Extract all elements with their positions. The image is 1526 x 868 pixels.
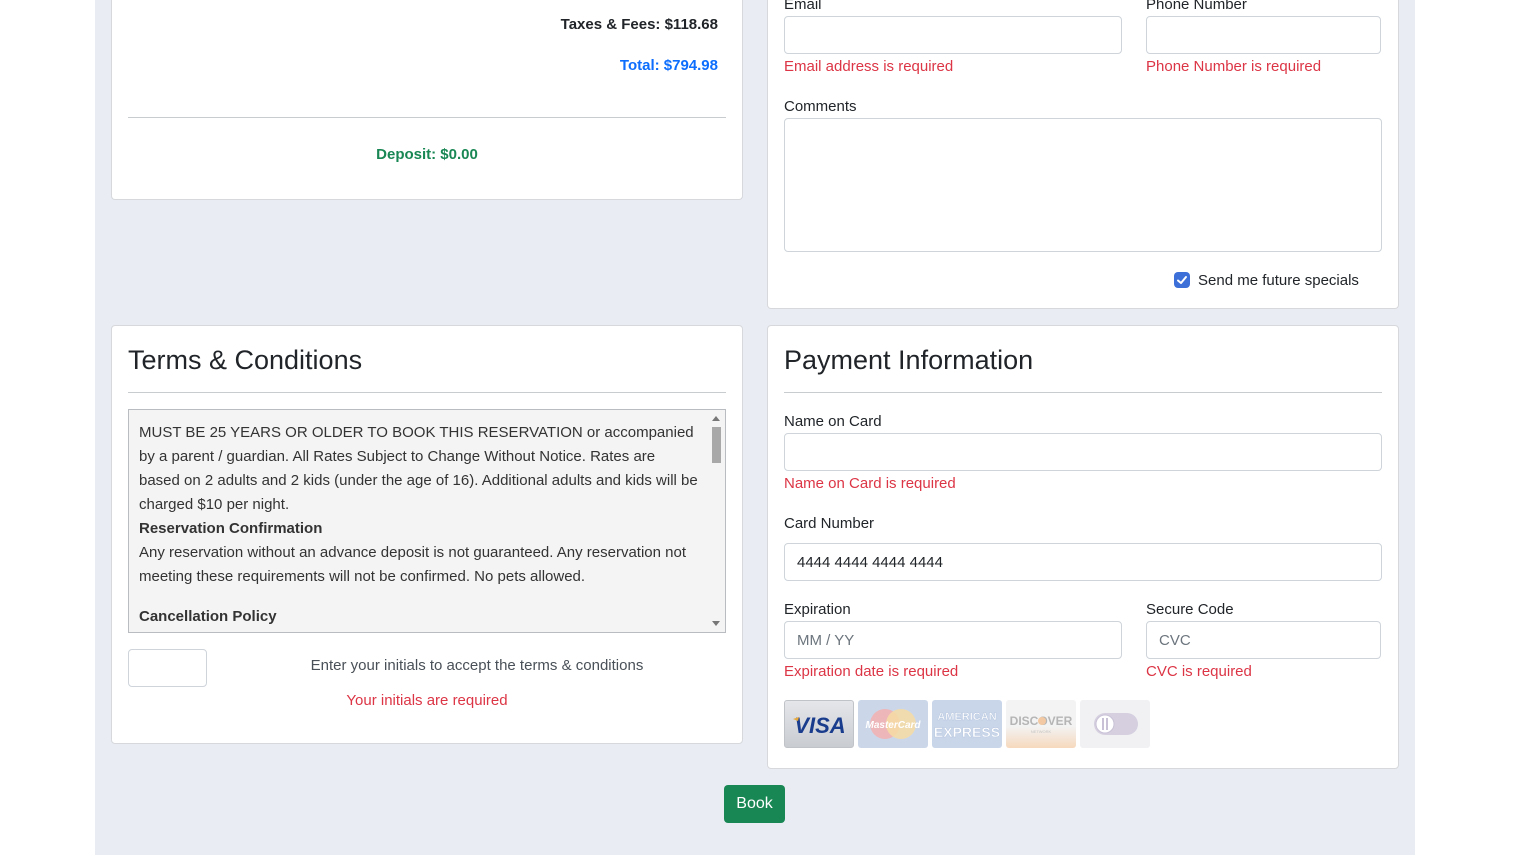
scroll-down-icon[interactable] [712, 621, 720, 626]
payment-divider [784, 392, 1382, 393]
book-button[interactable]: Book [724, 785, 785, 823]
expiration-label: Expiration [784, 601, 851, 618]
svg-text:NETWORK: NETWORK [1031, 729, 1052, 734]
terms-scroll-box[interactable]: MUST BE 25 YEARS OR OLDER TO BOOK THIS R… [128, 409, 726, 633]
svg-text:AMERICAN: AMERICAN [937, 711, 996, 723]
terms-heading: Terms & Conditions [128, 345, 363, 375]
card-number-field[interactable]: 4444 4444 4444 4444 [784, 543, 1382, 581]
diners-club-logo-icon [1080, 700, 1150, 748]
payment-heading: Payment Information [784, 345, 1034, 375]
mastercard-logo-icon: MasterCard [858, 700, 928, 748]
cvc-label: Secure Code [1146, 601, 1234, 618]
total-text: Total: $794.98 [619, 57, 718, 74]
phone-label: Phone Number [1146, 0, 1247, 13]
initials-error: Your initials are required [346, 692, 508, 709]
terms-divider [128, 392, 726, 393]
name-on-card-label: Name on Card [784, 413, 882, 430]
order-summary-card: Taxes & Fees: $118.68 Total: $794.98 Dep… [111, 0, 743, 200]
taxes-fees-text: Taxes & Fees: $118.68 [560, 16, 718, 33]
email-field[interactable] [784, 16, 1122, 54]
email-error: Email address is required [784, 58, 954, 75]
terms-scrollbar[interactable] [708, 410, 725, 632]
cvc-placeholder: CVC [1159, 631, 1191, 649]
svg-text:VISA: VISA [794, 713, 845, 738]
name-on-card-error: Name on Card is required [784, 475, 956, 492]
summary-divider [128, 117, 726, 118]
initials-prompt: Enter your initials to accept the terms … [310, 657, 644, 674]
email-label: Email [784, 0, 822, 13]
comments-label: Comments [784, 98, 857, 115]
cvc-field[interactable]: CVC [1146, 621, 1381, 659]
expiration-field[interactable]: MM / YY [784, 621, 1122, 659]
expiration-error: Expiration date is required [784, 663, 959, 680]
amex-logo-icon: AMERICAN EXPRESS [932, 700, 1002, 748]
terms-text: MUST BE 25 YEARS OR OLDER TO BOOK THIS R… [139, 421, 699, 629]
svg-text:EXPRESS: EXPRESS [934, 724, 1000, 740]
phone-field[interactable] [1146, 16, 1381, 54]
contact-info-card: Email Email address is required Phone Nu… [767, 0, 1399, 309]
cvc-error: CVC is required [1146, 663, 1252, 680]
terms-intro: MUST BE 25 YEARS OR OLDER TO BOOK THIS R… [139, 424, 698, 513]
terms-card: Terms & Conditions MUST BE 25 YEARS OR O… [111, 325, 743, 744]
specials-checkbox[interactable] [1174, 272, 1190, 288]
name-on-card-field[interactable] [784, 433, 1382, 471]
check-icon [1177, 276, 1187, 284]
cancellation-title: Cancellation Policy [139, 608, 277, 625]
specials-label: Send me future specials [1198, 272, 1359, 289]
card-number-label: Card Number [784, 515, 875, 532]
visa-logo-icon: VISA [784, 700, 854, 748]
confirmation-title: Reservation Confirmation [139, 520, 323, 537]
expiration-placeholder: MM / YY [797, 631, 855, 649]
scroll-thumb[interactable] [712, 427, 721, 463]
phone-error: Phone Number is required [1146, 58, 1322, 75]
payment-card: Payment Information Name on Card Name on… [767, 325, 1399, 769]
scroll-up-icon[interactable] [712, 416, 720, 421]
discover-logo-icon: DISCOVER NETWORK [1006, 700, 1076, 748]
initials-field[interactable] [128, 649, 207, 687]
svg-text:MasterCard: MasterCard [865, 720, 921, 731]
deposit-text: Deposit: $0.00 [376, 146, 478, 163]
comments-textarea[interactable] [784, 118, 1382, 252]
confirmation-text: Any reservation without an advance depos… [139, 544, 687, 585]
